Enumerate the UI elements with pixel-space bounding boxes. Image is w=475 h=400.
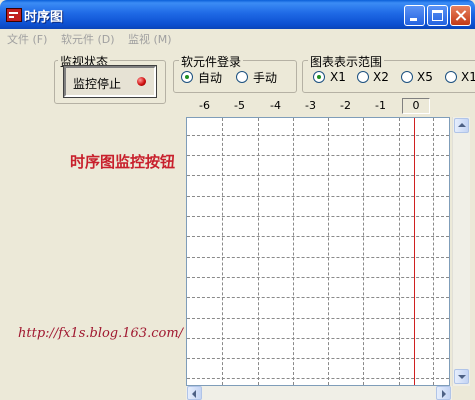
tick-label: -2 [340, 99, 351, 112]
grid-hline [187, 135, 449, 136]
grid-vline [433, 118, 434, 385]
window-title: 时序图 [24, 10, 64, 25]
minimize-button[interactable] [404, 5, 425, 26]
grid-hline [187, 378, 449, 379]
scroll-right-button[interactable] [436, 386, 451, 400]
grid-vline [363, 118, 364, 385]
grid-hline [187, 257, 449, 258]
status-led-icon [137, 77, 146, 86]
tick-label: -5 [234, 99, 245, 112]
arrow-right-icon [442, 390, 446, 398]
monitor-stop-label: 监控停止 [73, 77, 122, 91]
grid-hline [187, 216, 449, 217]
tick-label: -4 [270, 99, 281, 112]
timing-chart-grid[interactable] [186, 117, 450, 386]
grid-vline [222, 118, 223, 385]
time-cursor-line [414, 118, 415, 385]
current-time-indicator: 0 [402, 98, 430, 114]
blog-url-annotation: http://fx1s.blog.163.com/ [18, 326, 184, 341]
radio-x5[interactable] [401, 71, 413, 83]
menu-bar: 文件 (F) 软元件 (D) 监视 (M) [0, 29, 475, 48]
arrow-down-icon [458, 375, 466, 379]
radio-x5-label: X5 [417, 70, 433, 84]
grid-hline [187, 318, 449, 319]
tick-label: -6 [199, 99, 210, 112]
grid-vline [293, 118, 294, 385]
maximize-button[interactable] [427, 5, 448, 26]
monitor-button-annotation: 时序图监控按钮 [70, 153, 176, 171]
grid-vline [399, 118, 400, 385]
radio-x10[interactable] [445, 71, 457, 83]
menu-file[interactable]: 文件 (F) [7, 31, 47, 47]
menu-device[interactable]: 软元件 (D) [61, 31, 115, 47]
scroll-up-button[interactable] [454, 118, 469, 133]
scroll-left-button[interactable] [187, 386, 202, 400]
grid-hline [187, 236, 449, 237]
tick-label: -3 [305, 99, 316, 112]
radio-x1-label: X1 [330, 70, 346, 84]
radio-manual-label: 手动 [253, 71, 278, 85]
grid-hline [187, 297, 449, 298]
grid-hline [187, 196, 449, 197]
tick-label: -1 [375, 99, 386, 112]
device-registration-legend: 软元件登录 [179, 53, 244, 70]
grid-hline [187, 277, 449, 278]
grid-hline [187, 358, 449, 359]
menu-monitor[interactable]: 监视 (M) [128, 31, 172, 47]
app-icon [6, 8, 22, 22]
radio-x10-label: X1 [461, 70, 475, 84]
radio-auto[interactable] [181, 71, 193, 83]
grid-hline [187, 338, 449, 339]
arrow-left-icon [192, 390, 196, 398]
title-bar[interactable]: 时序图 [0, 0, 475, 29]
grid-vline [328, 118, 329, 385]
horizontal-scrollbar[interactable] [186, 386, 452, 400]
grid-hline [187, 175, 449, 176]
radio-manual[interactable] [236, 71, 248, 83]
radio-x1[interactable] [313, 71, 325, 83]
radio-auto-label: 自动 [198, 71, 223, 85]
scroll-down-button[interactable] [454, 369, 469, 384]
grid-vline [258, 118, 259, 385]
arrow-up-icon [458, 123, 466, 127]
monitor-stop-button[interactable]: 监控停止 [63, 65, 157, 98]
grid-hline [187, 155, 449, 156]
close-button[interactable] [450, 5, 471, 26]
radio-x2[interactable] [357, 71, 369, 83]
radio-x2-label: X2 [373, 70, 389, 84]
chart-range-legend: 图表表示范围 [308, 53, 385, 70]
vertical-scrollbar[interactable] [452, 117, 470, 386]
